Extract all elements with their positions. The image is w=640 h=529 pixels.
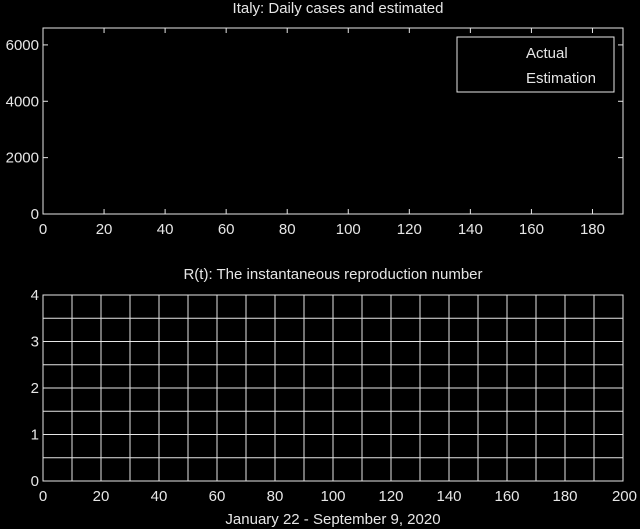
x-tick-label: 80 [267, 488, 284, 505]
x-tick-label: 0 [39, 221, 47, 238]
x-tick-label: 20 [93, 488, 110, 505]
x-tick-label: 140 [458, 221, 483, 238]
x-tick-label: 100 [336, 221, 361, 238]
chart-canvas: Italy: Daily cases and estimated 0 20 40 60… [6, 0, 637, 528]
x-tick-label: 120 [378, 488, 403, 505]
y-tick-label: 3 [31, 334, 39, 351]
x-tick-label: 100 [320, 488, 345, 505]
x-tick-label: 120 [397, 221, 422, 238]
x-tick-label: 40 [151, 488, 168, 505]
x-tick-label: 180 [552, 488, 577, 505]
x-tick-label: 160 [494, 488, 519, 505]
x-tick-labels: 0 20 40 60 80 100 120 140 160 180 200 [39, 488, 637, 505]
x-tick-label: 180 [580, 221, 605, 238]
chart-title: Italy: Daily cases and estimated [233, 0, 444, 17]
legend: Actual Estimation [456, 36, 615, 93]
y-tick-label: 2 [31, 380, 39, 397]
y-tick-label: 4 [31, 287, 39, 304]
y-tick-label: 4000 [6, 93, 39, 110]
x-axis-label: January 22 - September 9, 2020 [225, 511, 440, 528]
legend-entry-actual: Actual [526, 45, 568, 62]
y-tick-labels: 0 1 2 3 4 [31, 287, 39, 490]
x-tick-label: 40 [157, 221, 174, 238]
x-tick-label: 80 [279, 221, 296, 238]
legend-entry-estimation: Estimation [526, 70, 596, 87]
grid-lines [42, 294, 624, 482]
x-tick-labels: 0 20 40 60 80 100 120 140 160 180 [39, 221, 605, 238]
chart-title: R(t): The instantaneous reproduction num… [183, 266, 482, 283]
x-tick-label: 20 [96, 221, 113, 238]
y-tick-label: 2000 [6, 150, 39, 167]
x-tick-label: 160 [519, 221, 544, 238]
reproduction-number-chart: R(t): The instantaneous reproduction num… [31, 266, 637, 528]
y-tick-label: 1 [31, 427, 39, 444]
y-tick-labels: 0 2000 4000 6000 [6, 37, 39, 223]
daily-cases-chart: Italy: Daily cases and estimated 0 20 40 60… [6, 0, 624, 238]
x-tick-label: 0 [39, 488, 47, 505]
x-tick-label: 200 [612, 488, 637, 505]
x-tick-label: 140 [436, 488, 461, 505]
y-tick-label: 0 [31, 473, 39, 490]
y-tick-label: 0 [31, 206, 39, 223]
y-tick-label: 6000 [6, 37, 39, 54]
x-tick-label: 60 [218, 221, 235, 238]
x-tick-label: 60 [209, 488, 226, 505]
